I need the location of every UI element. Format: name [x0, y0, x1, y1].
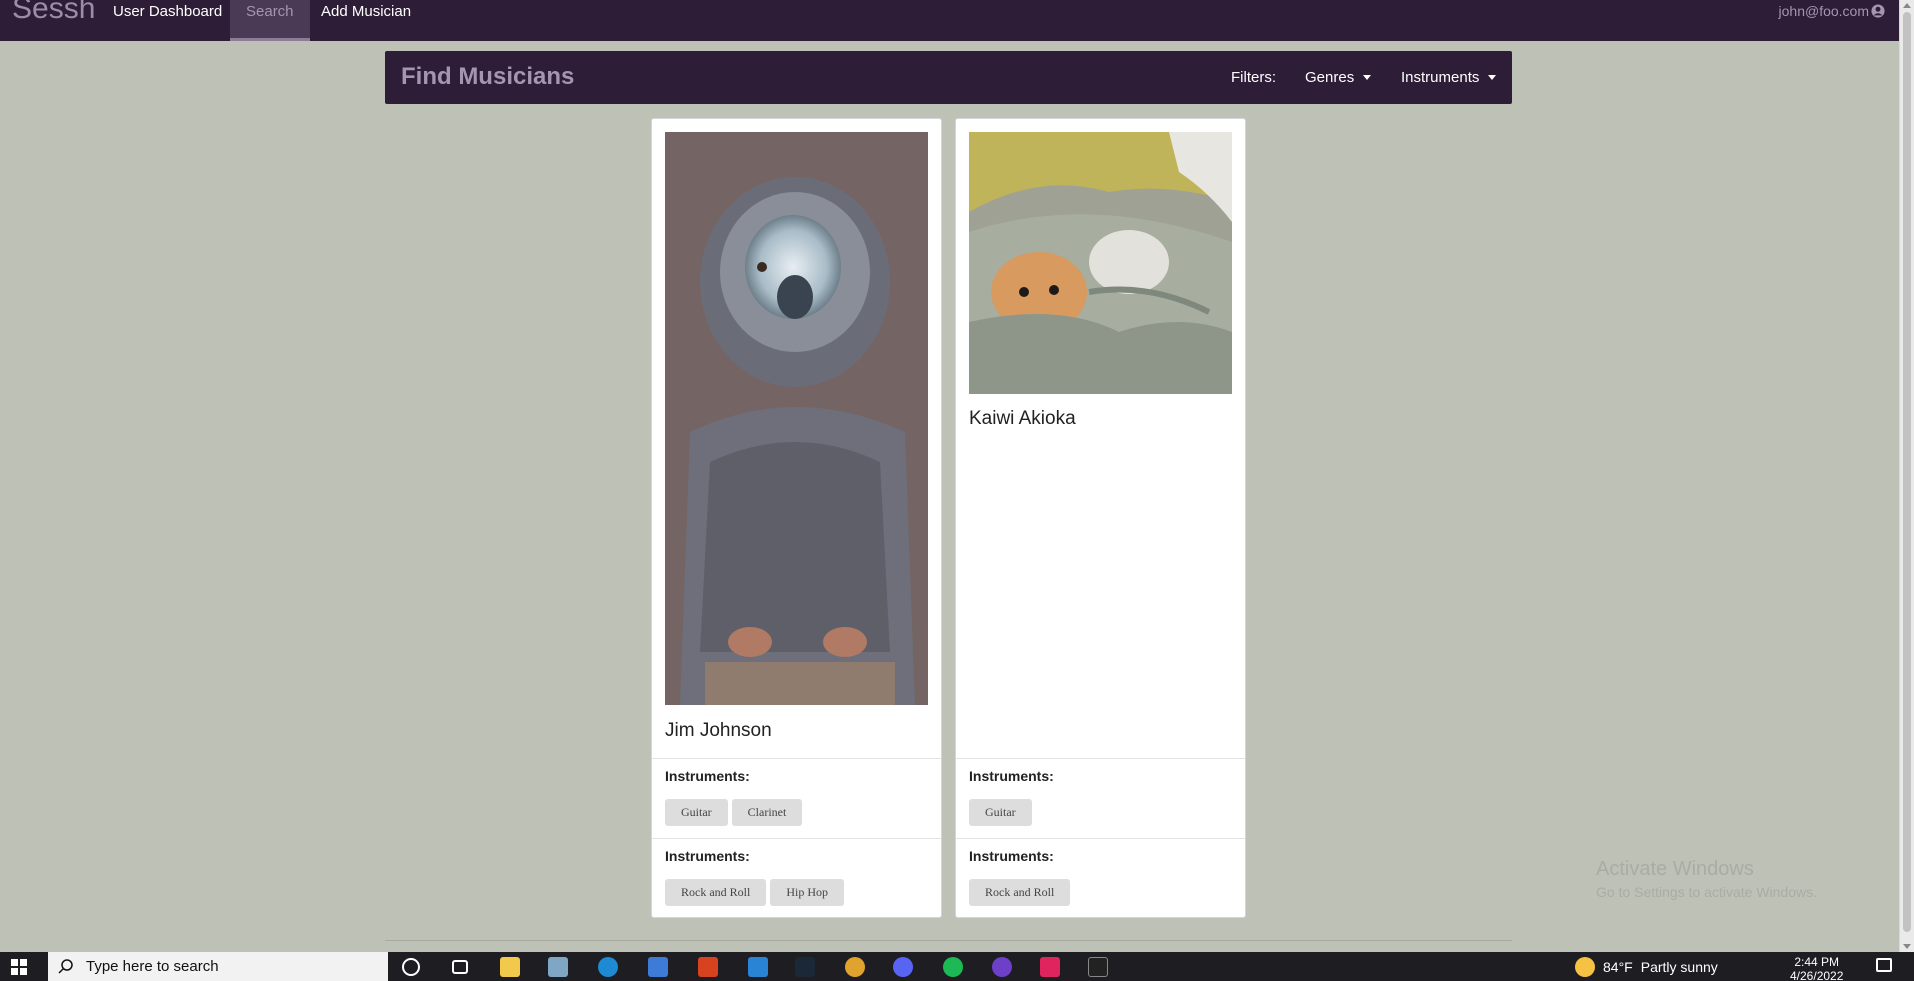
task-view-icon[interactable]: [452, 960, 468, 974]
scroll-down-icon[interactable]: [1903, 944, 1911, 949]
user-circle-icon: [1871, 4, 1885, 18]
genre-tag[interactable]: Hip Hop: [770, 879, 844, 906]
page-title: Find Musicians: [401, 63, 575, 90]
taskbar-clock[interactable]: 2:44 PM 4/26/2022: [1790, 955, 1843, 981]
clock-time: 2:44 PM: [1794, 955, 1840, 969]
taskbar-search-placeholder: Type here to search: [86, 958, 219, 975]
windows-taskbar: Type here to search 84°F Partly sunny 2:…: [0, 952, 1914, 981]
intellij-icon[interactable]: [1040, 957, 1060, 977]
instrument-tag[interactable]: Guitar: [969, 799, 1032, 826]
genres-label: Instruments:: [665, 848, 750, 864]
find-musicians-bar: Find Musicians Filters: Genres Instrumen…: [385, 51, 1512, 104]
github-desktop-icon[interactable]: [992, 957, 1012, 977]
instrument-tag[interactable]: Guitar: [665, 799, 728, 826]
activate-windows-watermark: Activate Windows Go to Settings to activ…: [1596, 858, 1817, 900]
watermark-title: Activate Windows: [1596, 858, 1754, 880]
temperature: 84°F: [1603, 958, 1633, 975]
instruments-label: Instruments:: [969, 768, 1054, 784]
cortana-icon[interactable]: [402, 958, 420, 976]
caret-down-icon: [1488, 75, 1497, 80]
store-icon[interactable]: [648, 957, 668, 977]
instrument-tag[interactable]: Clarinet: [731, 799, 803, 826]
instruments-dropdown-label: Instruments: [1401, 69, 1480, 86]
mail-icon[interactable]: [748, 957, 768, 977]
musician-name[interactable]: Kaiwi Akioka: [969, 408, 1076, 430]
musician-card[interactable]: Kaiwi Akioka Instruments: Guitar Instrum…: [955, 118, 1246, 918]
search-icon: [58, 958, 73, 974]
musician-photo: [969, 132, 1232, 394]
chrome-icon[interactable]: [845, 957, 865, 977]
watermark-subtitle: Go to Settings to activate Windows.: [1596, 884, 1817, 900]
discord-icon[interactable]: [893, 957, 913, 977]
genres-label: Instruments:: [969, 848, 1054, 864]
page-scrollbar[interactable]: [1899, 0, 1914, 952]
scroll-thumb[interactable]: [1903, 12, 1911, 932]
instrument-tags: Guitar Clarinet: [665, 799, 803, 826]
edge-icon[interactable]: [598, 957, 618, 977]
brand-logo[interactable]: Sessh: [12, 0, 95, 26]
filters-label: Filters:: [1231, 69, 1276, 86]
genres-dropdown-label: Genres: [1305, 69, 1355, 86]
instrument-tags: Guitar: [969, 799, 1032, 826]
genre-tag[interactable]: Rock and Roll: [969, 879, 1071, 906]
card-divider: [652, 838, 941, 839]
steam-icon[interactable]: [795, 957, 815, 977]
genre-tags: Rock and Roll: [969, 879, 1071, 906]
nav-link-add-musician[interactable]: Add Musician: [305, 0, 427, 41]
card-divider: [956, 758, 1245, 759]
top-navbar: Sessh User Dashboard Search Add Musician…: [0, 0, 1899, 41]
terminal-icon[interactable]: [1088, 957, 1108, 977]
caret-down-icon: [1363, 75, 1372, 80]
taskbar-search[interactable]: Type here to search: [48, 952, 388, 981]
nav-link-search[interactable]: Search: [230, 0, 310, 41]
windows-start-icon[interactable]: [11, 959, 27, 975]
notification-icon[interactable]: [1876, 958, 1892, 972]
spotify-icon[interactable]: [943, 957, 963, 977]
card-divider: [652, 758, 941, 759]
user-email: john@foo.com: [1778, 3, 1869, 19]
office-icon[interactable]: [698, 957, 718, 977]
musician-photo: [665, 132, 928, 705]
instruments-dropdown[interactable]: Instruments: [1401, 69, 1497, 86]
file-explorer-icon[interactable]: [500, 957, 520, 977]
system-tray: 84°F Partly sunny: [1575, 952, 1718, 981]
weather-icon[interactable]: [1575, 956, 1595, 977]
musician-card[interactable]: Jim Johnson Instruments: Guitar Clarinet…: [651, 118, 942, 918]
footer-divider: [385, 940, 1512, 941]
weather-status: Partly sunny: [1640, 958, 1718, 975]
clock-date: 4/26/2022: [1790, 969, 1844, 981]
genres-dropdown[interactable]: Genres: [1305, 69, 1372, 86]
musician-name[interactable]: Jim Johnson: [665, 720, 772, 742]
instruments-label: Instruments:: [665, 768, 750, 784]
genre-tag[interactable]: Rock and Roll: [665, 879, 767, 906]
nav-link-user-dashboard[interactable]: User Dashboard: [97, 0, 238, 41]
scroll-up-icon[interactable]: [1903, 3, 1911, 8]
user-menu[interactable]: john@foo.com: [1779, 3, 1885, 19]
genre-tags: Rock and Roll Hip Hop: [665, 879, 844, 906]
card-divider: [956, 838, 1245, 839]
notes-app-icon[interactable]: [548, 957, 568, 977]
